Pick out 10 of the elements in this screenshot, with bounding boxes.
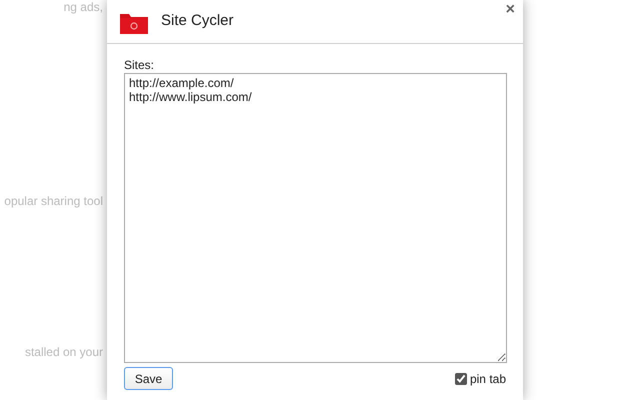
pin-tab-checkbox[interactable] (454, 372, 467, 384)
sites-textarea[interactable]: http://example.com/ http://www.lipsum.com/ (124, 73, 507, 363)
background-text: opular sharing tool (4, 193, 103, 210)
save-button[interactable]: Save (124, 367, 173, 390)
background-text: ng ads, (64, 0, 103, 16)
background-text: stalled on your (24, 344, 103, 361)
dialog-title: Site Cycler (161, 11, 234, 32)
pin-tab-label: pin tab (470, 370, 506, 388)
sites-label: Sites: (124, 58, 156, 73)
close-button[interactable]: × (506, 2, 515, 18)
